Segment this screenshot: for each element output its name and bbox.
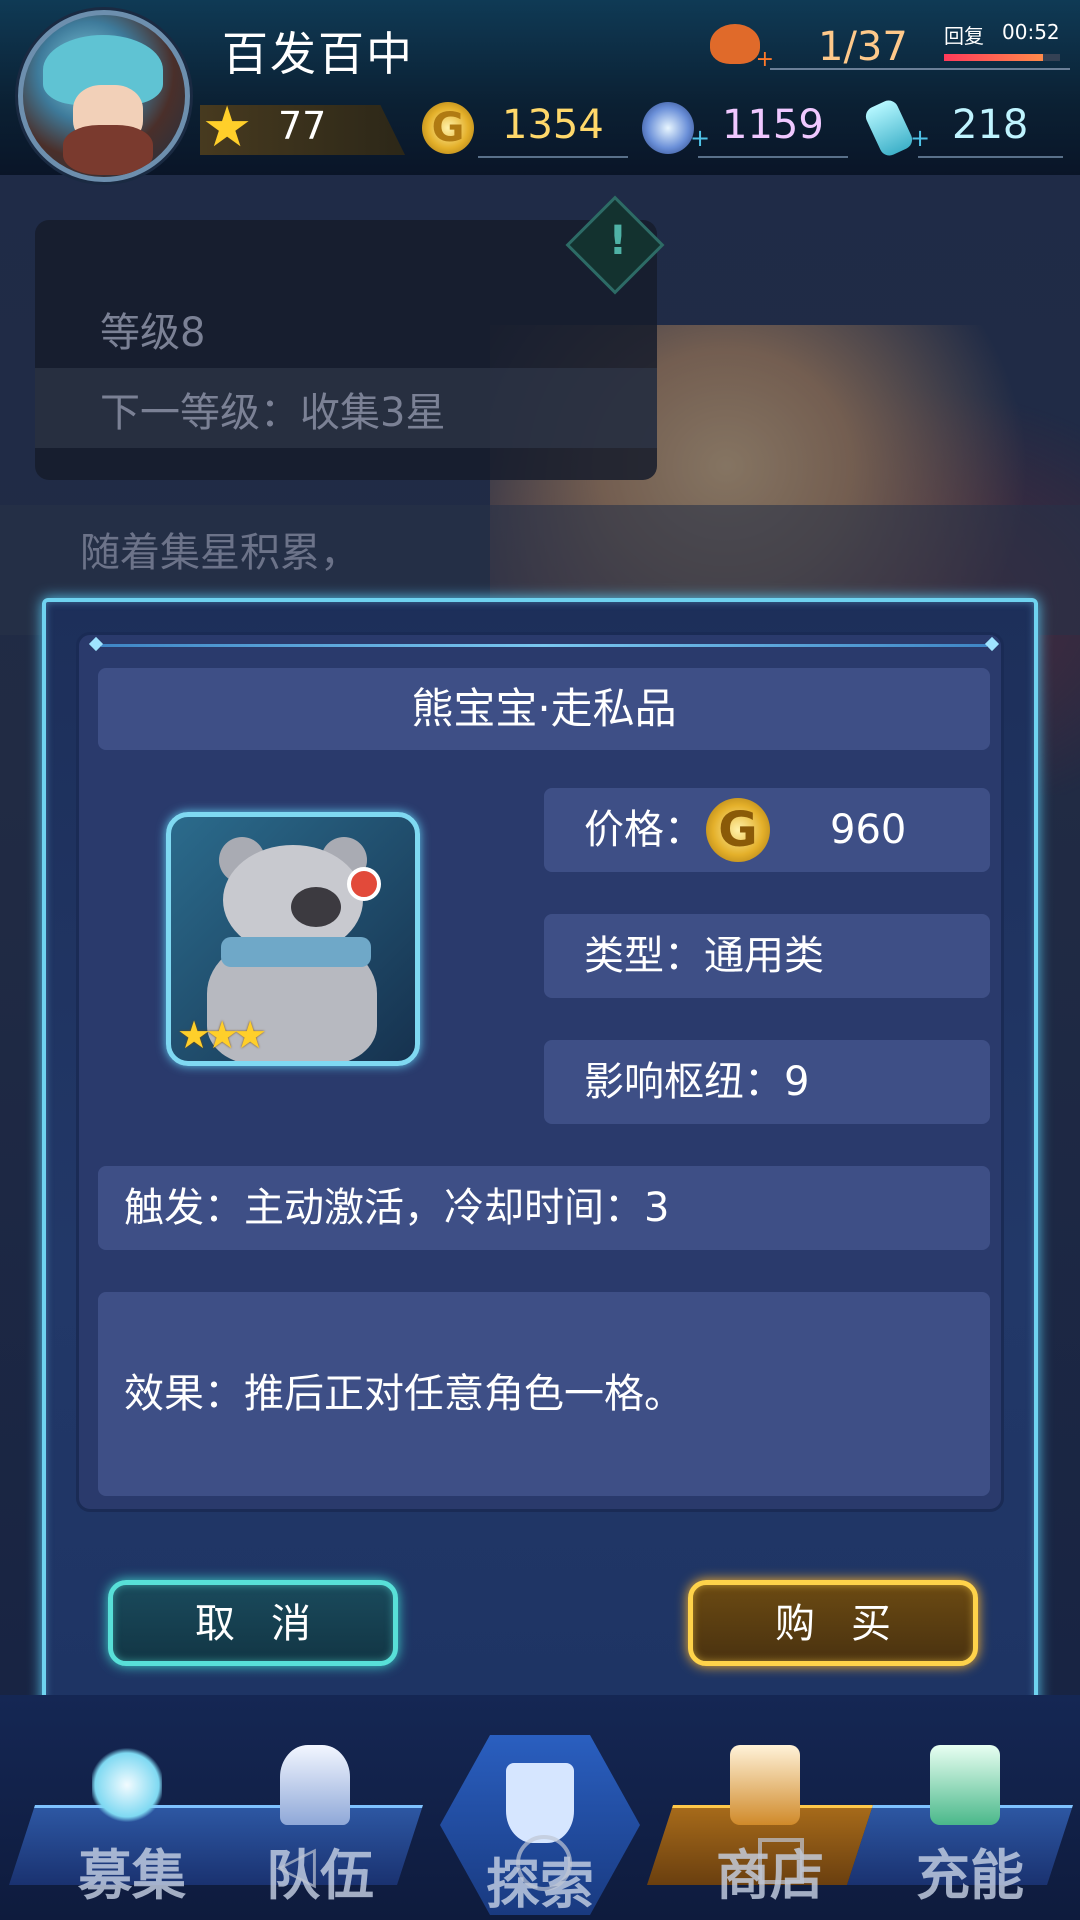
- type-text: 类型：通用类: [584, 933, 824, 979]
- gold-coin-icon: G: [422, 102, 474, 154]
- stamina-bar-fill: [944, 54, 1043, 61]
- gem-icon: [642, 102, 694, 154]
- bear-scarf: [221, 937, 371, 967]
- item-title-box: 熊宝宝·走私品: [98, 668, 990, 750]
- cancel-button[interactable]: 取消: [108, 1580, 398, 1666]
- description-text: 随着集星积累，: [80, 530, 360, 576]
- gem-value: 1159: [722, 102, 824, 148]
- stamina-underline: [770, 68, 1070, 70]
- nav-charge-label: 充能: [916, 1844, 1024, 1907]
- nav-charge[interactable]: 充能: [847, 1745, 1073, 1907]
- potion-plus-icon[interactable]: +: [910, 124, 930, 152]
- stamina-bar: [944, 54, 1060, 61]
- item-purchase-dialog: 熊宝宝·走私品 ★★★ 价格： G 960 类型：通用类 影响枢纽：9 触发：主…: [42, 598, 1038, 1716]
- recover-label: 回复: [944, 24, 984, 48]
- level-next-requirement: 下一等级：收集3星: [100, 390, 446, 436]
- bear-eye-patch: [291, 887, 341, 927]
- gold-panel[interactable]: G 1354: [422, 98, 628, 158]
- price-value: 960: [830, 807, 907, 853]
- trigger-text: 触发：主动激活，冷却时间：3: [124, 1185, 670, 1231]
- top-hud: 百发百中 1/37 回复 00:52 ★ 77 G 1354 + 1159 + …: [0, 0, 1080, 182]
- stamina-panel[interactable]: 1/37 回复 00:52: [710, 18, 1070, 72]
- hub-row: 影响枢纽：9: [544, 1040, 990, 1124]
- system-home-icon[interactable]: [516, 1835, 572, 1891]
- gem-underline: [698, 156, 848, 158]
- recover-time: 00:52: [1002, 20, 1060, 44]
- trigger-row: 触发：主动激活，冷却时间：3: [98, 1166, 990, 1250]
- gem-plus-icon[interactable]: +: [690, 124, 710, 152]
- type-row: 类型：通用类: [544, 914, 990, 998]
- nav-recruit[interactable]: 募集: [9, 1745, 235, 1907]
- potion-underline: [918, 156, 1063, 158]
- potion-value: 218: [952, 102, 1029, 148]
- battery-charge-icon: [930, 1745, 1000, 1825]
- cart-icon: [730, 1745, 800, 1825]
- stamina-icon[interactable]: [710, 24, 774, 72]
- stamina-value: 1/37: [818, 24, 908, 70]
- item-rarity-stars: ★★★: [177, 1013, 267, 1057]
- level-title: 等级8: [100, 310, 206, 356]
- potion-icon: [862, 97, 916, 159]
- player-name: 百发百中: [222, 27, 414, 81]
- potion-panel[interactable]: + 218: [862, 97, 1067, 159]
- effect-row: 效果：推后正对任意角色一格。: [98, 1292, 990, 1496]
- avatar-scarf: [63, 125, 153, 175]
- nav-team-label: 队伍: [266, 1844, 374, 1907]
- system-back-icon[interactable]: ◁: [276, 1835, 316, 1895]
- price-row: 价格： G 960: [544, 788, 990, 872]
- system-recents-icon[interactable]: [758, 1838, 804, 1884]
- gold-coin-icon: G: [706, 798, 770, 862]
- chess-knight-icon: [280, 1745, 350, 1825]
- star-icon: ★: [202, 95, 253, 160]
- dialog-top-divider: [101, 644, 987, 647]
- shield-icon: [506, 1763, 574, 1843]
- price-label: 价格：: [584, 807, 704, 853]
- gem-panel[interactable]: + 1159: [642, 98, 848, 158]
- item-name: 熊宝宝·走私品: [411, 684, 677, 733]
- hub-text: 影响枢纽：9: [584, 1059, 810, 1105]
- nav-recruit-label: 募集: [78, 1844, 186, 1907]
- gold-underline: [478, 156, 628, 158]
- buy-button[interactable]: 购买: [688, 1580, 978, 1666]
- gold-value: 1354: [502, 102, 604, 148]
- stars-value: 77: [278, 104, 327, 148]
- player-avatar[interactable]: [18, 10, 190, 182]
- rabbit-icon: [92, 1745, 162, 1825]
- item-bear-icon: ★★★: [166, 812, 420, 1066]
- effect-text: 效果：推后正对任意角色一格。: [124, 1371, 684, 1417]
- ban-icon: [347, 867, 381, 901]
